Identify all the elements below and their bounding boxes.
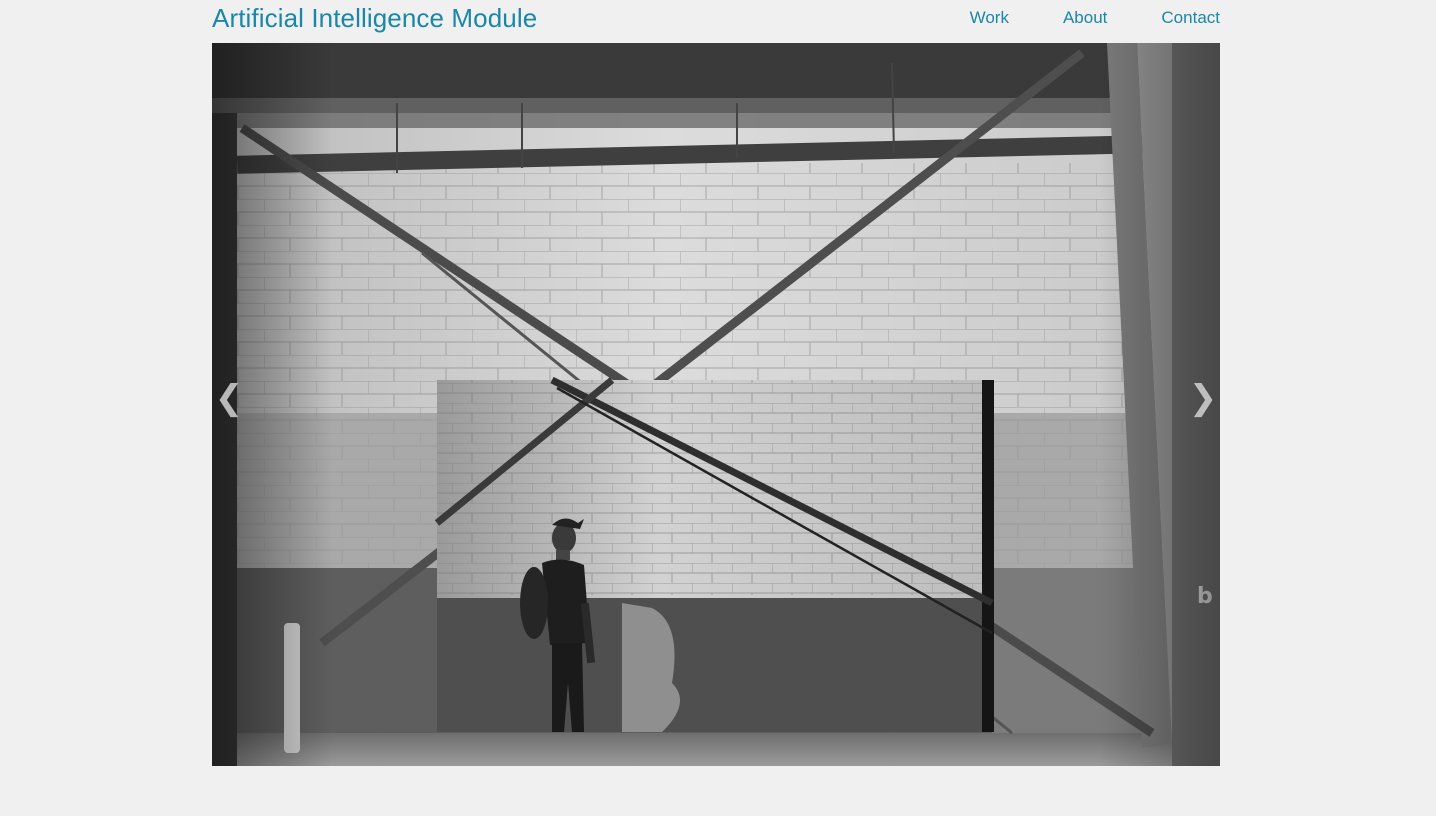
next-slide-button[interactable]: ❯	[1188, 373, 1218, 423]
prev-slide-button[interactable]: ❮	[214, 373, 244, 423]
chevron-left-icon: ❮	[214, 378, 244, 418]
page: Artificial Intelligence Module Work Abou…	[0, 0, 1436, 816]
nav-contact-link[interactable]: Contact	[1161, 8, 1220, 28]
site-header: Artificial Intelligence Module Work Abou…	[212, 0, 1220, 40]
main-nav: Work About Contact	[970, 8, 1220, 28]
nav-work-link[interactable]: Work	[970, 8, 1009, 28]
photo-slideshow[interactable]: b	[212, 43, 1220, 766]
site-title-link[interactable]: Artificial Intelligence Module	[212, 3, 537, 34]
chevron-right-icon: ❯	[1188, 378, 1218, 418]
nav-about-link[interactable]: About	[1063, 8, 1107, 28]
slide-photo: b	[212, 43, 1220, 766]
